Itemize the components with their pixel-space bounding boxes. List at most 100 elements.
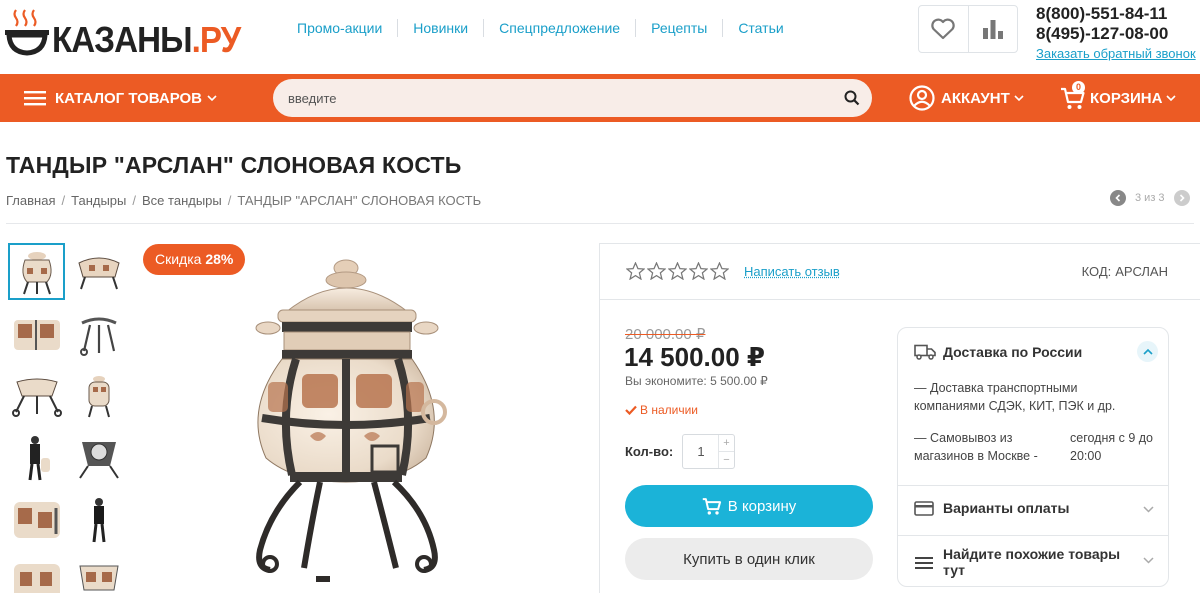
star-icon [710,262,729,280]
catalog-label: КАТАЛОГ ТОВАРОВ [55,89,203,107]
star-icon [626,262,645,280]
tandoor-thumbnail-image [78,441,119,479]
breadcrumb-home[interactable]: Главная [6,193,55,208]
search-icon[interactable] [844,90,860,106]
delivery-header: Доставка по России [914,344,1082,360]
thumbnail-9[interactable] [8,491,65,548]
breadcrumb-tandyry[interactable]: Тандыры [71,193,126,208]
payment-options-row[interactable]: Варианты оплаты [898,485,1168,535]
nav-recipes[interactable]: Рецепты [636,19,724,37]
buy-panel: Написать отзыв КОД: АРСЛАН 20 000.00 ₽ 14… [599,243,1200,593]
account-button[interactable]: АККАУНТ [909,74,1024,122]
thumbnail-gallery [8,243,128,593]
thumbnail-1[interactable] [8,243,65,300]
compare-button[interactable] [967,6,1017,52]
current-price: 14 500.00 ₽ [624,342,765,372]
quantity-decrease-button[interactable]: − [719,451,734,467]
favorites-button[interactable] [919,6,968,52]
similar-products-header: Найдите похожие товары тут [914,546,1133,578]
top-navigation: Промо-акции Новинки Спецпредложение Реце… [282,19,799,37]
similar-products-row[interactable]: Найдите похожие товары тут [898,535,1168,586]
breadcrumb-separator: / [132,193,137,208]
write-review-link[interactable]: Написать отзыв [744,264,840,279]
header-icon-group [918,5,1018,53]
account-label: АККАУНТ [941,89,1010,107]
tandoor-thumbnail-image [13,563,60,593]
rating-stars[interactable] [626,262,729,280]
heart-icon [931,18,956,40]
chevron-up-icon [1142,348,1153,355]
truck-icon [914,344,936,360]
thumbnail-2[interactable] [70,243,127,300]
nav-special[interactable]: Спецпредложение [484,19,637,37]
product-pager: 3 из 3 [1110,190,1190,206]
thumbnail-5[interactable] [8,367,65,424]
chevron-left-icon [1115,194,1121,202]
quantity-stepper: + − [682,434,735,469]
buy-one-click-button[interactable]: Купить в один клик [625,538,873,580]
catalog-button[interactable]: КАТАЛОГ ТОВАРОВ [24,74,217,122]
tandoor-thumbnail-image [77,257,120,289]
breadcrumb-all-tandyry[interactable]: Все тандыры [142,193,222,208]
search-input[interactable] [288,79,828,117]
quantity-increase-button[interactable]: + [719,435,734,451]
add-to-cart-label: В корзину [727,497,797,515]
quantity-input[interactable] [683,435,719,468]
discount-label: Скидка [155,251,202,267]
tandoor-thumbnail-image [21,251,52,294]
delivery-collapse-button[interactable] [1137,341,1158,362]
delivery-info-box: Доставка по России — Доставка транспортн… [897,327,1169,587]
thumbnail-10[interactable] [70,491,127,548]
callback-link[interactable]: Заказать обратный звонок [1036,46,1200,62]
stock-status: В наличии [625,403,698,417]
quantity-label: Кол-во: [625,444,674,459]
nav-promo[interactable]: Промо-акции [282,19,399,37]
thumbnail-8[interactable] [70,429,127,486]
main-product-image[interactable] [200,250,560,593]
chevron-right-icon [1179,194,1185,202]
chevron-down-icon [1014,94,1024,101]
stock-label: В наличии [640,403,699,417]
pager-text: 3 из 3 [1135,192,1165,204]
old-price: 20 000.00 ₽ [625,326,706,343]
contacts: 8(800)-551-84-11 8(495)-127-08-00 Заказа… [1036,4,1200,62]
nav-articles[interactable]: Статьи [723,19,798,37]
thumbnail-12[interactable] [70,553,127,593]
cart-button[interactable]: 0 КОРЗИНА [1060,74,1177,122]
logo-text: КАЗАНЫ.РУ [52,19,241,60]
phone-1[interactable]: 8(800)-551-84-11 [1036,4,1200,24]
chevron-down-icon [207,94,217,101]
thumbnail-6[interactable] [70,367,127,424]
person-with-tandoor-image [92,497,105,542]
next-product-button[interactable] [1173,190,1190,206]
star-icon [689,262,708,280]
savings-text: Вы экономите: 5 500.00 ₽ [625,374,768,388]
pickup-hours: сегодня с 9 до 20:00 [1070,431,1153,463]
check-icon [625,405,637,415]
tandoor-thumbnail-image [79,317,117,356]
divider [6,223,1194,224]
product-code-value: АРСЛАН [1115,264,1168,279]
chevron-down-icon [1166,94,1177,101]
thumbnail-7[interactable] [8,429,65,486]
list-icon [915,556,933,569]
kazan-logo-icon [5,9,49,56]
prev-product-button[interactable] [1110,190,1126,206]
phone-2[interactable]: 8(495)-127-08-00 [1036,24,1200,44]
chevron-down-icon [1143,557,1154,564]
breadcrumb-separator: / [227,193,232,208]
cart-label: КОРЗИНА [1090,89,1163,107]
main-toolbar: КАТАЛОГ ТОВАРОВ АККАУНТ 0 КОРЗИНА [0,74,1200,122]
pickup-label: — Самовывоз из магазинов в Москве - [914,431,1038,463]
thumbnail-3[interactable] [8,305,65,362]
breadcrumb: Главная / Тандыры / Все тандыры / ТАНДЫР… [6,193,481,208]
thumbnail-11[interactable] [8,553,65,593]
add-to-cart-button[interactable]: В корзину [625,485,873,527]
logo[interactable]: КАЗАНЫ.РУ [4,8,241,58]
nav-new[interactable]: Новинки [398,19,485,37]
cart-icon [702,498,721,515]
credit-card-icon [914,500,934,516]
thumbnail-4[interactable] [70,305,127,362]
tandoor-thumbnail-image [78,565,119,590]
cart-count-badge: 0 [1072,81,1085,94]
